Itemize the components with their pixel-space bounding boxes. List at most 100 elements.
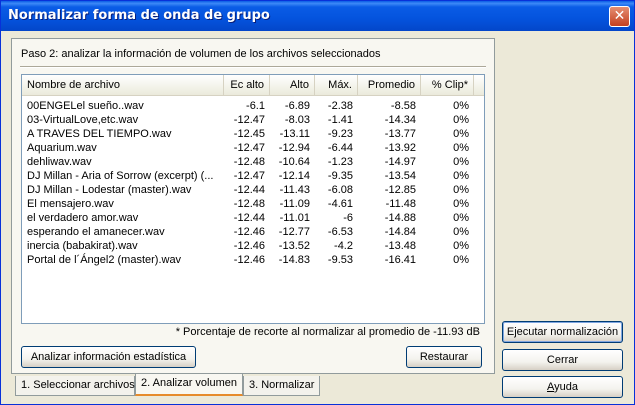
title-bar: Normalizar forma de onda de grupo ✕ bbox=[1, 1, 634, 31]
column-header-promedio[interactable]: Promedio bbox=[358, 75, 421, 95]
cell-promedio: -13.54 bbox=[384, 170, 416, 182]
cell-promedio: -11.48 bbox=[385, 198, 416, 210]
cell-max: -6.08 bbox=[327, 184, 353, 196]
cell-promedio: -14.88 bbox=[384, 212, 416, 224]
cell-ec-alto: -12.46 bbox=[233, 254, 265, 266]
cell-filename: El mensajero.wav bbox=[27, 198, 114, 210]
table-row[interactable]: El mensajero.wav -12.48 -11.09 -4.61 -11.48 0… bbox=[22, 197, 484, 211]
cell-alto: -10.64 bbox=[278, 156, 310, 168]
close-window-button[interactable]: ✕ bbox=[609, 6, 630, 27]
cell-ec-alto: -12.47 bbox=[233, 114, 265, 126]
cell-ec-alto: -12.47 bbox=[233, 142, 265, 154]
table-row[interactable]: inercia (babakirat).wav -12.46 -13.52 -4.2 -… bbox=[22, 239, 484, 253]
cell-filename: inercia (babakirat).wav bbox=[27, 240, 138, 252]
restore-button[interactable]: Restaurar bbox=[406, 346, 482, 368]
cell-promedio: -16.41 bbox=[384, 254, 416, 266]
step-divider bbox=[20, 66, 486, 68]
close-button[interactable]: Cerrar bbox=[502, 349, 623, 371]
cell-alto: -12.14 bbox=[278, 170, 310, 182]
cell-ec-alto: -12.46 bbox=[233, 226, 265, 238]
tab-normalize[interactable]: 3. Normalizar bbox=[243, 376, 320, 396]
cell-promedio: -13.48 bbox=[384, 240, 416, 252]
step-title: Paso 2: analizar la información de volum… bbox=[21, 48, 381, 60]
table-row[interactable]: Aquarium.wav -12.47 -12.94 -6.44 -13.92 0% bbox=[22, 141, 484, 155]
cell-max: -4.2 bbox=[334, 240, 353, 252]
cell-alto: -13.52 bbox=[278, 240, 310, 252]
cell-promedio: -14.84 bbox=[384, 226, 416, 238]
cell-ec-alto: -6.1 bbox=[246, 100, 265, 112]
cell-alto: -6.89 bbox=[284, 100, 310, 112]
cell-ec-alto: -12.47 bbox=[233, 170, 265, 182]
cell-ec-alto: -12.48 bbox=[233, 198, 265, 210]
table-row[interactable]: A TRAVES DEL TIEMPO.wav -12.45 -13.11 -9.23… bbox=[22, 127, 484, 141]
cell-alto: -11.09 bbox=[279, 198, 310, 210]
cell-filename: DJ Millan - Lodestar (master).wav bbox=[27, 184, 192, 196]
cell-alto: -11.43 bbox=[279, 184, 310, 196]
file-analysis-list[interactable]: Nombre de archivo Ec alto Alto Máx. Prom… bbox=[21, 74, 485, 324]
cell-max: -6.44 bbox=[327, 142, 353, 154]
cell-alto: -8.03 bbox=[284, 114, 310, 126]
tab-analyze-volume[interactable]: 2. Analizar volumen bbox=[135, 374, 243, 396]
cell-max: -6.53 bbox=[327, 226, 353, 238]
cell-max: -9.53 bbox=[327, 254, 353, 266]
cell-max: -1.41 bbox=[327, 114, 353, 126]
table-row[interactable]: DJ Millan - Lodestar (master).wav -12.44 -… bbox=[22, 183, 484, 197]
cell-promedio: -13.92 bbox=[384, 142, 416, 154]
table-row[interactable]: Portal de l´Ángel2 (master).wav -12.46 -14… bbox=[22, 253, 484, 267]
cell-clip: 0% bbox=[453, 114, 469, 126]
cell-max: -4.61 bbox=[327, 198, 353, 210]
cell-promedio: -14.34 bbox=[384, 114, 416, 126]
cell-filename: Aquarium.wav bbox=[27, 142, 97, 154]
cell-ec-alto: -12.44 bbox=[233, 212, 265, 224]
window-title: Normalizar forma de onda de grupo bbox=[8, 8, 270, 23]
close-icon: ✕ bbox=[613, 8, 626, 24]
cell-filename: Portal de l´Ángel2 (master).wav bbox=[27, 254, 182, 266]
cell-filename: 00ENGELel sueño..wav bbox=[27, 100, 144, 112]
cell-clip: 0% bbox=[453, 240, 469, 252]
table-row[interactable]: el verdadero amor.wav -12.44 -11.01 -6 -14.8… bbox=[22, 211, 484, 225]
clip-footnote: * Porcentaje de recorte al normalizar al… bbox=[175, 326, 480, 338]
help-label-rest: yuda bbox=[554, 381, 578, 393]
cell-promedio: -8.58 bbox=[390, 100, 416, 112]
table-row[interactable]: 03-VirtualLove,etc.wav -12.47 -8.03 -1.41 -1… bbox=[22, 113, 484, 127]
column-header-max[interactable]: Máx. bbox=[315, 75, 358, 95]
cell-clip: 0% bbox=[453, 156, 469, 168]
cell-clip: 0% bbox=[453, 226, 469, 238]
table-row[interactable]: esperando el amanecer.wav -12.46 -12.77 -6.… bbox=[22, 225, 484, 239]
analyze-panel: Paso 2: analizar la información de volum… bbox=[11, 38, 495, 374]
column-header-filename[interactable]: Nombre de archivo bbox=[22, 75, 224, 95]
cell-alto: -12.94 bbox=[278, 142, 310, 154]
help-button[interactable]: Ayuda bbox=[502, 376, 623, 398]
cell-alto: -12.77 bbox=[278, 226, 310, 238]
cell-filename: dehliwav.wav bbox=[27, 156, 92, 168]
cell-clip: 0% bbox=[453, 198, 469, 210]
cell-clip: 0% bbox=[453, 170, 469, 182]
cell-filename: el verdadero amor.wav bbox=[27, 212, 139, 224]
cell-clip: 0% bbox=[453, 128, 469, 140]
cell-clip: 0% bbox=[453, 142, 469, 154]
tab-select-files[interactable]: 1. Seleccionar archivos bbox=[15, 376, 135, 396]
table-row[interactable]: 00ENGELel sueño..wav -6.1 -6.89 -2.38 -8.58 0… bbox=[22, 99, 484, 113]
cell-clip: 0% bbox=[453, 100, 469, 112]
dialog-window: Normalizar forma de onda de grupo ✕ Paso… bbox=[0, 0, 635, 405]
column-header-alto[interactable]: Alto bbox=[270, 75, 315, 95]
analyze-stats-button[interactable]: Analizar información estadística bbox=[21, 346, 196, 368]
cell-max: -2.38 bbox=[327, 100, 353, 112]
cell-clip: 0% bbox=[453, 184, 469, 196]
cell-max: -1.23 bbox=[327, 156, 353, 168]
cell-ec-alto: -12.48 bbox=[233, 156, 265, 168]
cell-ec-alto: -12.45 bbox=[233, 128, 265, 140]
cell-alto: -13.11 bbox=[279, 128, 310, 140]
table-row[interactable]: dehliwav.wav -12.48 -10.64 -1.23 -14.97 0% bbox=[22, 155, 484, 169]
column-header-clip[interactable]: % Clip* bbox=[421, 75, 474, 95]
cell-ec-alto: -12.46 bbox=[233, 240, 265, 252]
cell-alto: -14.83 bbox=[278, 254, 310, 266]
cell-filename: A TRAVES DEL TIEMPO.wav bbox=[27, 128, 172, 140]
column-header-ec-alto[interactable]: Ec alto bbox=[224, 75, 270, 95]
cell-clip: 0% bbox=[453, 212, 469, 224]
table-row[interactable]: DJ Millan - Aria of Sorrow (excerpt) (..… bbox=[22, 169, 484, 183]
cell-filename: DJ Millan - Aria of Sorrow (excerpt) (..… bbox=[27, 170, 214, 182]
cell-clip: 0% bbox=[453, 254, 469, 266]
run-normalize-button[interactable]: Ejecutar normalización bbox=[502, 321, 623, 343]
cell-promedio: -14.97 bbox=[384, 156, 416, 168]
